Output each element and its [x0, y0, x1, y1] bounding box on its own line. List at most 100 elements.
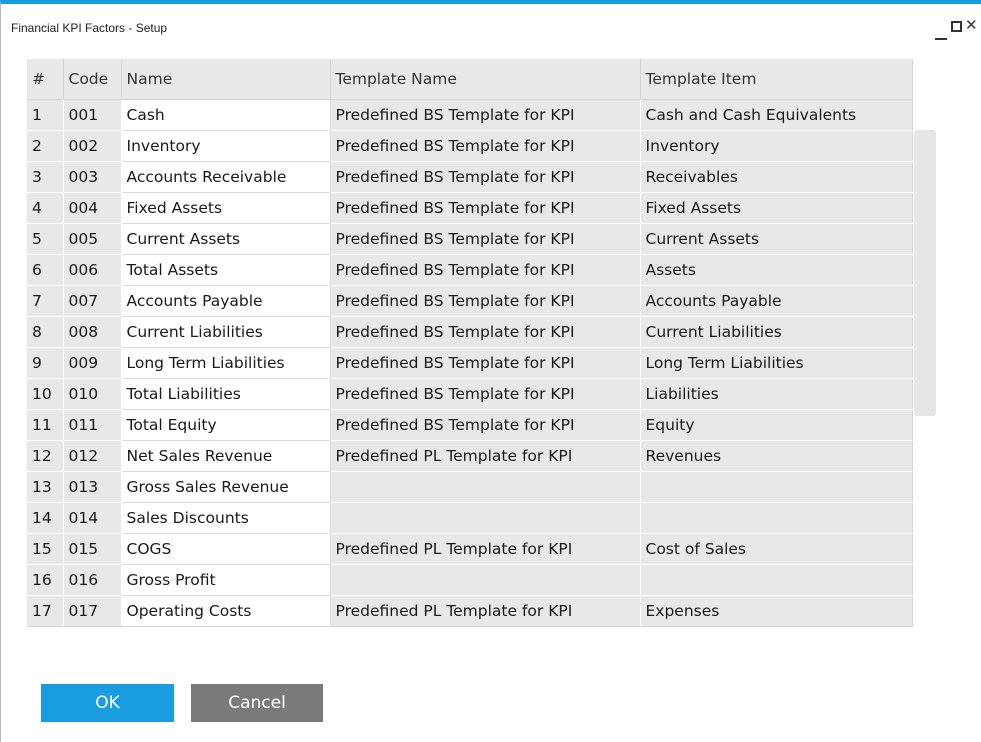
cell-row-number: 12	[27, 440, 64, 472]
cell-template-item[interactable]: Cash and Cash Equivalents	[640, 99, 913, 131]
table-row[interactable]: 5 005 Current Assets Predefined BS Template…	[27, 223, 913, 255]
cell-name[interactable]: Total Equity	[121, 409, 331, 441]
cell-template-name[interactable]	[330, 502, 641, 534]
table-row[interactable]: 13 013 Gross Sales Revenue	[27, 471, 913, 503]
cell-template-name[interactable]	[330, 564, 641, 596]
table-row[interactable]: 6 006 Total Assets Predefined BS Template f…	[27, 254, 913, 286]
cell-template-item[interactable]: Assets	[640, 254, 913, 286]
cell-template-item[interactable]: Current Assets	[640, 223, 913, 255]
cell-template-name[interactable]: Predefined BS Template for KPI	[330, 223, 641, 255]
table-row[interactable]: 15 015 COGS Predefined PL Template for KPI C…	[27, 533, 913, 565]
column-header-template-item[interactable]: Template Item	[640, 59, 913, 100]
title-bar[interactable]: Financial KPI Factors - Setup ✕	[1, 8, 981, 46]
cell-name[interactable]: Long Term Liabilities	[121, 347, 331, 379]
cell-template-item[interactable]: Expenses	[640, 595, 913, 627]
cell-name[interactable]: COGS	[121, 533, 331, 565]
cell-template-item[interactable]: Equity	[640, 409, 913, 441]
table-row[interactable]: 2 002 Inventory Predefined BS Template for …	[27, 130, 913, 162]
kpi-factors-grid: # Code Name Template Name Template Item …	[27, 59, 913, 627]
cell-name[interactable]: Current Liabilities	[121, 316, 331, 348]
cell-code[interactable]: 017	[63, 595, 122, 627]
cell-template-item[interactable]	[640, 502, 913, 534]
cell-row-number: 9	[27, 347, 64, 379]
table-row[interactable]: 8 008 Current Liabilities Predefined BS Tem…	[27, 316, 913, 348]
cell-template-name[interactable]: Predefined PL Template for KPI	[330, 595, 641, 627]
cell-template-item[interactable]: Liabilities	[640, 378, 913, 410]
cell-code[interactable]: 007	[63, 285, 122, 317]
table-row[interactable]: 11 011 Total Equity Predefined BS Template …	[27, 409, 913, 441]
cell-name[interactable]: Gross Profit	[121, 564, 331, 596]
cell-code[interactable]: 012	[63, 440, 122, 472]
cell-name[interactable]: Total Assets	[121, 254, 331, 286]
table-row[interactable]: 12 012 Net Sales Revenue Predefined PL Temp…	[27, 440, 913, 472]
cell-code[interactable]: 005	[63, 223, 122, 255]
cell-template-item[interactable]: Long Term Liabilities	[640, 347, 913, 379]
cell-name[interactable]: Gross Sales Revenue	[121, 471, 331, 503]
cell-template-name[interactable]: Predefined BS Template for KPI	[330, 161, 641, 193]
cell-template-item[interactable]	[640, 564, 913, 596]
cell-code[interactable]: 013	[63, 471, 122, 503]
table-row[interactable]: 1 001 Cash Predefined BS Template for KPI Ca…	[27, 99, 913, 131]
table-row[interactable]: 3 003 Accounts Receivable Predefined BS Tem…	[27, 161, 913, 193]
table-row[interactable]: 9 009 Long Term Liabilities Predefined BS T…	[27, 347, 913, 379]
maximize-icon[interactable]	[951, 21, 962, 32]
cell-template-name[interactable]: Predefined BS Template for KPI	[330, 99, 641, 131]
column-header-template-name[interactable]: Template Name	[330, 59, 641, 100]
cell-name[interactable]: Net Sales Revenue	[121, 440, 331, 472]
cell-name[interactable]: Inventory	[121, 130, 331, 162]
cell-template-item[interactable]: Revenues	[640, 440, 913, 472]
column-header-name[interactable]: Name	[121, 59, 331, 100]
cell-template-name[interactable]	[330, 471, 641, 503]
cancel-button[interactable]: Cancel	[191, 684, 323, 722]
cell-code[interactable]: 003	[63, 161, 122, 193]
cell-row-number: 3	[27, 161, 64, 193]
cell-template-name[interactable]: Predefined BS Template for KPI	[330, 409, 641, 441]
cell-template-name[interactable]: Predefined BS Template for KPI	[330, 316, 641, 348]
cell-code[interactable]: 001	[63, 99, 122, 131]
cell-code[interactable]: 006	[63, 254, 122, 286]
cell-code[interactable]: 014	[63, 502, 122, 534]
cell-code[interactable]: 004	[63, 192, 122, 224]
cell-code[interactable]: 011	[63, 409, 122, 441]
table-row[interactable]: 17 017 Operating Costs Predefined PL Templa…	[27, 595, 913, 627]
table-row[interactable]: 14 014 Sales Discounts	[27, 502, 913, 534]
cell-code[interactable]: 002	[63, 130, 122, 162]
cell-template-item[interactable]	[640, 471, 913, 503]
cell-template-name[interactable]: Predefined PL Template for KPI	[330, 440, 641, 472]
cell-template-item[interactable]: Cost of Sales	[640, 533, 913, 565]
ok-button[interactable]: OK	[41, 684, 174, 722]
cell-name[interactable]: Fixed Assets	[121, 192, 331, 224]
cell-code[interactable]: 010	[63, 378, 122, 410]
column-header-number[interactable]: #	[27, 59, 64, 100]
column-header-code[interactable]: Code	[63, 59, 122, 100]
cell-template-item[interactable]: Accounts Payable	[640, 285, 913, 317]
vertical-scrollbar[interactable]	[914, 130, 936, 416]
close-icon[interactable]: ✕	[965, 15, 978, 35]
cell-code[interactable]: 008	[63, 316, 122, 348]
cell-template-name[interactable]: Predefined PL Template for KPI	[330, 533, 641, 565]
cell-template-name[interactable]: Predefined BS Template for KPI	[330, 130, 641, 162]
cell-name[interactable]: Current Assets	[121, 223, 331, 255]
table-row[interactable]: 16 016 Gross Profit	[27, 564, 913, 596]
table-row[interactable]: 7 007 Accounts Payable Predefined BS Templa…	[27, 285, 913, 317]
cell-code[interactable]: 016	[63, 564, 122, 596]
table-row[interactable]: 10 010 Total Liabilities Predefined BS Temp…	[27, 378, 913, 410]
cell-name[interactable]: Operating Costs	[121, 595, 331, 627]
cell-template-name[interactable]: Predefined BS Template for KPI	[330, 254, 641, 286]
cell-code[interactable]: 009	[63, 347, 122, 379]
cell-code[interactable]: 015	[63, 533, 122, 565]
cell-name[interactable]: Accounts Payable	[121, 285, 331, 317]
cell-template-item[interactable]: Fixed Assets	[640, 192, 913, 224]
cell-template-name[interactable]: Predefined BS Template for KPI	[330, 378, 641, 410]
cell-template-item[interactable]: Receivables	[640, 161, 913, 193]
table-row[interactable]: 4 004 Fixed Assets Predefined BS Template f…	[27, 192, 913, 224]
cell-template-item[interactable]: Inventory	[640, 130, 913, 162]
cell-template-item[interactable]: Current Liabilities	[640, 316, 913, 348]
cell-name[interactable]: Cash	[121, 99, 331, 131]
cell-template-name[interactable]: Predefined BS Template for KPI	[330, 192, 641, 224]
cell-name[interactable]: Sales Discounts	[121, 502, 331, 534]
cell-name[interactable]: Total Liabilities	[121, 378, 331, 410]
cell-template-name[interactable]: Predefined BS Template for KPI	[330, 285, 641, 317]
cell-template-name[interactable]: Predefined BS Template for KPI	[330, 347, 641, 379]
cell-name[interactable]: Accounts Receivable	[121, 161, 331, 193]
